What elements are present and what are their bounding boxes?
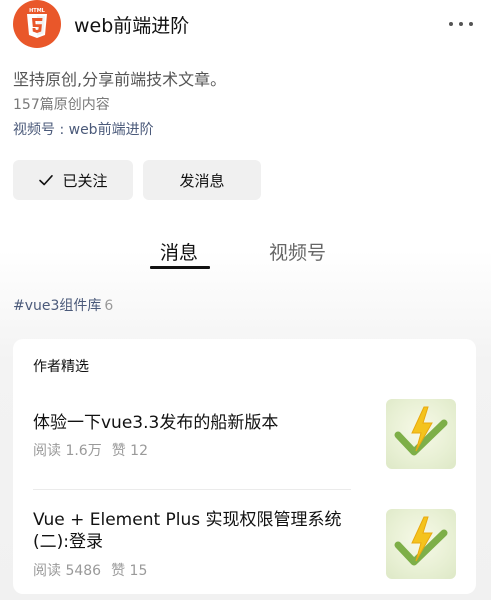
post-count: 157篇原创内容: [13, 97, 110, 113]
article-likes: 赞 12: [111, 443, 148, 459]
account-name: web前端进阶: [74, 15, 190, 37]
tab-messages[interactable]: 消息: [160, 238, 198, 265]
featured-title: 作者精选: [33, 359, 89, 375]
article-thumbnail[interactable]: [386, 399, 456, 469]
list-item[interactable]: Vue + Element Plus 实现权限管理系统(二):登录 阅读 548…: [33, 509, 456, 589]
more-dot: [459, 22, 463, 26]
follow-button[interactable]: 已关注: [13, 160, 133, 200]
bolt-check-icon: [394, 406, 448, 456]
follow-button-label: 已关注: [62, 171, 108, 190]
article-thumbnail[interactable]: [386, 509, 456, 579]
divider: [33, 489, 351, 490]
more-dot: [469, 22, 473, 26]
featured-card: 作者精选 体验一下vue3.3发布的船新版本 阅读 1.6万赞 12 Vue +…: [13, 339, 476, 594]
more-dot: [449, 22, 453, 26]
active-tab-indicator: [150, 266, 210, 269]
article-meta: 阅读 1.6万赞 12: [33, 440, 148, 460]
article-reads: 阅读 1.6万: [33, 443, 102, 459]
hashtag-link[interactable]: #vue3组件库 6: [13, 295, 113, 315]
hashtag-label: #vue3组件库: [13, 298, 102, 314]
send-message-button[interactable]: 发消息: [143, 160, 261, 200]
video-channel-link[interactable]: 视频号 : web前端进阶: [13, 119, 154, 139]
hashtag-count: 6: [104, 298, 114, 314]
list-item[interactable]: 体验一下vue3.3发布的船新版本 阅读 1.6万赞 12: [33, 399, 456, 479]
bolt-check-icon: [394, 516, 448, 566]
article-title: Vue + Element Plus 实现权限管理系统(二):登录: [33, 510, 342, 552]
profile-header: HTML web前端进阶: [0, 0, 491, 48]
article-meta: 阅读 5486 赞 15: [33, 560, 147, 580]
tab-video-channel[interactable]: 视频号: [269, 238, 326, 265]
check-icon: [39, 175, 54, 186]
send-message-label: 发消息: [179, 171, 225, 190]
more-dots-icon[interactable]: [449, 14, 473, 34]
avatar[interactable]: HTML: [13, 0, 61, 48]
article-reads: 阅读 5486: [33, 563, 102, 579]
article-title: 体验一下vue3.3发布的船新版本: [33, 413, 279, 433]
article-likes: 赞 15: [111, 563, 148, 579]
svg-text:HTML: HTML: [29, 8, 46, 14]
html5-logo-icon: HTML: [27, 8, 47, 38]
account-description: 坚持原创,分享前端技术文章。: [13, 70, 227, 89]
